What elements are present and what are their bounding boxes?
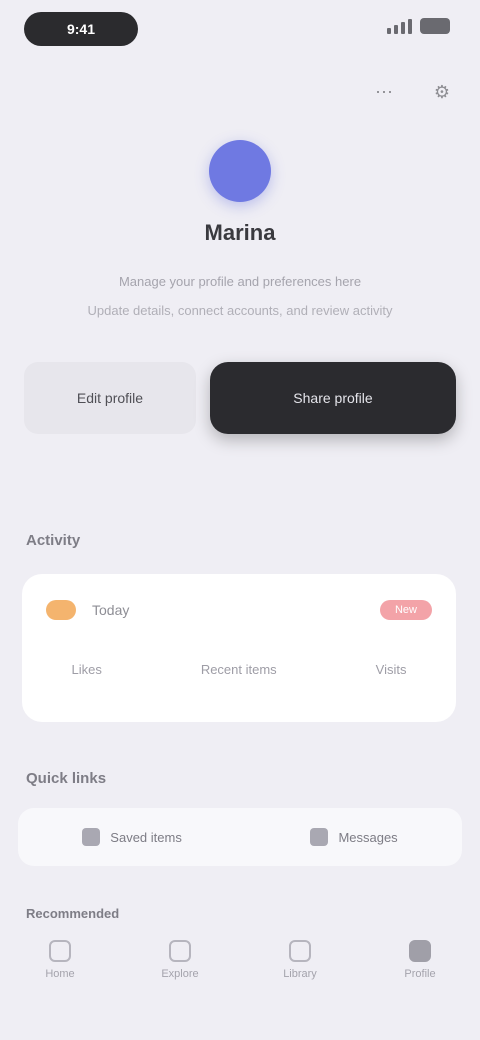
library-icon — [289, 940, 311, 962]
settings-icon[interactable]: ⚙ — [428, 78, 456, 106]
quick-link-label: Messages — [338, 829, 398, 845]
status-badge: New — [380, 600, 432, 620]
edit-profile-button[interactable]: Edit profile — [24, 362, 196, 434]
signal-icon — [387, 18, 412, 34]
profile-header: Marina Manage your profile and preferenc… — [0, 140, 480, 318]
quick-links-card: Saved items Messages — [18, 808, 462, 866]
profile-name: Marina — [204, 220, 276, 245]
stat-recent-items[interactable]: Recent items — [201, 662, 277, 677]
share-profile-button[interactable]: Share profile — [210, 362, 456, 434]
top-actions: ⋯ ⚙ — [370, 78, 456, 106]
profile-description-line2: Update details, connect accounts, and re… — [87, 303, 393, 318]
status-time: 9:41 — [66, 21, 96, 37]
tab-label: Home — [45, 968, 75, 980]
tab-explore[interactable]: Explore — [140, 940, 220, 980]
activity-row: Today New — [46, 598, 432, 622]
quick-link-label: Saved items — [110, 829, 182, 845]
tab-bar: Home Explore Library Profile — [0, 930, 480, 990]
avatar[interactable] — [209, 140, 271, 202]
tab-library[interactable]: Library — [260, 940, 340, 980]
activity-indicator-icon — [46, 600, 76, 620]
recommended-section-title: Recommended — [26, 906, 120, 921]
profile-description-line1: Manage your profile and preferences here — [118, 274, 362, 289]
tab-label: Profile — [404, 968, 436, 980]
activity-card[interactable]: Today New Likes Recent items Visits — [22, 574, 456, 722]
explore-icon — [169, 940, 191, 962]
message-icon — [310, 828, 329, 846]
quick-link-saved[interactable]: Saved items — [82, 828, 182, 846]
tab-label: Library — [283, 968, 317, 980]
activity-stats: Likes Recent items Visits — [22, 662, 456, 677]
battery-icon — [420, 18, 450, 34]
bookmark-icon — [82, 828, 101, 846]
tab-home[interactable]: Home — [20, 940, 100, 980]
tab-label: Explore — [161, 968, 199, 980]
tab-profile[interactable]: Profile — [380, 940, 460, 980]
stat-visits[interactable]: Visits — [376, 662, 407, 677]
profile-icon — [409, 940, 431, 962]
home-icon — [49, 940, 71, 962]
quick-link-messages[interactable]: Messages — [310, 828, 398, 846]
activity-row-label: Today — [92, 602, 130, 618]
quick-links-section-title: Quick links — [26, 770, 107, 787]
status-icons — [387, 18, 450, 34]
activity-section-title: Activity — [26, 532, 81, 549]
time-pill: 9:41 — [24, 12, 138, 46]
status-bar: 9:41 — [0, 0, 480, 60]
action-buttons: Edit profile Share profile — [24, 362, 456, 434]
more-icon[interactable]: ⋯ — [370, 78, 398, 106]
stat-likes[interactable]: Likes — [71, 662, 101, 677]
